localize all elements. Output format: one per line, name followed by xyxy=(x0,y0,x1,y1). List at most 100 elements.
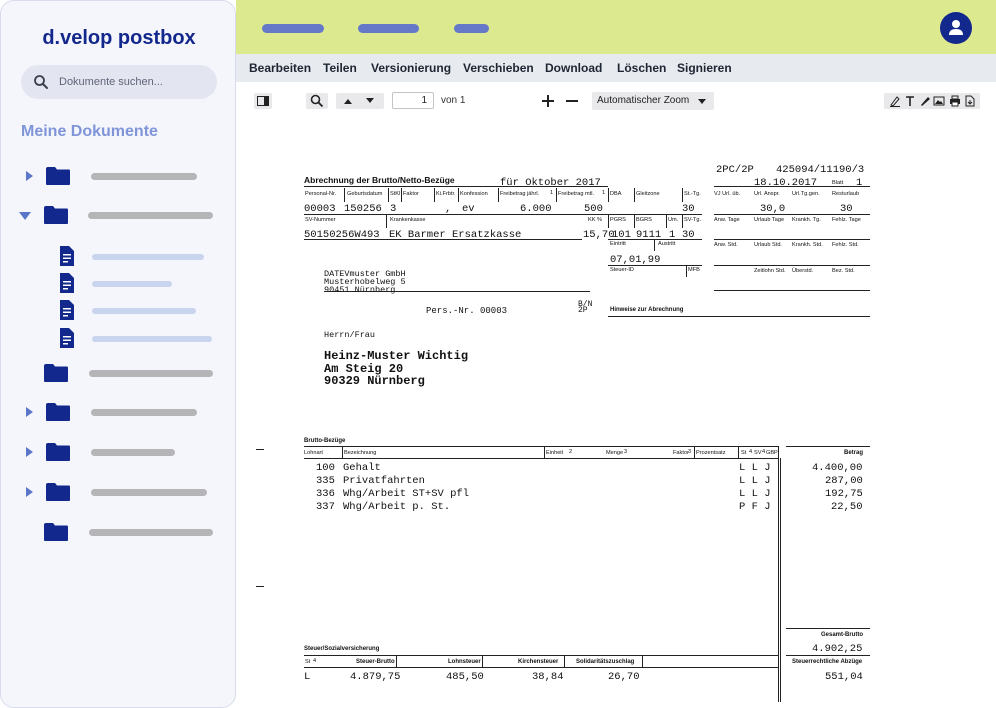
label-urlaub-tage: Urlaub Tage xyxy=(754,217,785,223)
zoom-in-icon[interactable] xyxy=(541,94,555,108)
folder-icon xyxy=(46,403,70,421)
menu-item-sign[interactable]: Signieren xyxy=(677,61,732,75)
label-freibetrag-jahr: Freibetrag jährl. xyxy=(500,191,540,197)
folder-item[interactable] xyxy=(21,164,221,188)
caret-right-icon[interactable] xyxy=(23,486,35,498)
label-vj-url: VJ Url. üb. xyxy=(714,191,741,197)
label-anw-tage: Anw. Tage xyxy=(714,217,740,223)
folder-item[interactable] xyxy=(21,440,221,464)
zoom-select-value: Automatischer Zoom xyxy=(597,95,690,106)
folder-icon xyxy=(44,523,68,541)
label-freibetrag-mtl: Freibetrag mtl. xyxy=(558,191,595,197)
doc-title: Abrechnung der Brutto/Netto-Bezüge xyxy=(304,175,455,185)
folder-item-expanded[interactable] xyxy=(17,203,221,227)
rule xyxy=(654,239,655,251)
chevron-down-icon[interactable] xyxy=(365,97,375,105)
col-footnote: 4 xyxy=(313,658,317,664)
sidebar-toggle-icon xyxy=(257,96,269,106)
print-icon[interactable] xyxy=(949,95,961,107)
row-flags: P F J xyxy=(739,501,771,513)
label-um: Um. xyxy=(668,217,679,223)
label-fehlz-tage: Fehlz. Tage xyxy=(832,217,861,223)
col-footnote: 2 xyxy=(569,449,573,455)
chevron-up-icon[interactable] xyxy=(343,97,353,105)
document-item[interactable] xyxy=(59,327,219,351)
folder-icon xyxy=(44,364,68,382)
search-input[interactable] xyxy=(59,65,209,99)
col-einheit: Einheit xyxy=(546,450,564,456)
menu-item-delete[interactable]: Löschen xyxy=(617,61,666,75)
menu-item-move[interactable]: Verschieben xyxy=(463,61,534,75)
folder-item[interactable] xyxy=(21,520,221,544)
recipient-name: Heinz-Muster Wichtig xyxy=(324,349,469,363)
zoom-select[interactable]: Automatischer Zoom xyxy=(592,92,714,110)
label-mfb: MFB xyxy=(688,267,700,273)
row-amount: 4.400,00 xyxy=(812,462,863,474)
page-number-input[interactable]: 1 xyxy=(392,92,434,109)
rule xyxy=(608,239,702,240)
label-steuer-id: Steuer-ID xyxy=(610,267,634,273)
folder-name-placeholder xyxy=(91,173,197,180)
label-personal-nr: Personal-Nr. xyxy=(305,191,337,197)
menu-item-edit[interactable]: Bearbeiten xyxy=(249,61,311,75)
label-dba: DBA xyxy=(610,191,622,197)
text-icon[interactable] xyxy=(904,95,916,107)
sidebar-toggle-button[interactable] xyxy=(254,93,272,109)
highlight-icon[interactable] xyxy=(889,95,901,107)
row-name: Privatfahrten xyxy=(343,475,425,487)
col-lohnsteuer: Lohnsteuer xyxy=(448,659,481,665)
nav-placeholder[interactable] xyxy=(358,24,419,33)
steuer-title: Steuer/Sozialversicherung xyxy=(304,646,380,652)
caret-down-icon[interactable] xyxy=(18,210,32,222)
image-icon[interactable] xyxy=(933,95,945,107)
sheet-number: 1 xyxy=(856,177,863,189)
rule xyxy=(786,446,870,447)
label-url-anspr: Url. Anspr. xyxy=(754,191,780,197)
section-title-my-documents: Meine Dokumente xyxy=(21,123,158,140)
folder-item[interactable] xyxy=(21,361,221,385)
rule xyxy=(634,188,635,202)
zoom-out-icon[interactable] xyxy=(565,94,579,108)
folder-item[interactable] xyxy=(21,480,221,504)
col-footnote: 4 xyxy=(762,449,766,455)
top-header xyxy=(236,0,996,54)
user-avatar[interactable] xyxy=(940,12,972,44)
caret-right-icon[interactable] xyxy=(23,170,35,182)
label-kk-prozent: KK % xyxy=(588,217,602,223)
nav-placeholder[interactable] xyxy=(454,24,489,33)
menu-item-share[interactable]: Teilen xyxy=(323,61,357,75)
rule xyxy=(458,188,459,202)
search-box[interactable] xyxy=(21,65,217,99)
document-item[interactable] xyxy=(59,245,219,269)
rule xyxy=(608,214,609,228)
brand-logo: d.velop postbox xyxy=(42,27,196,49)
label-stkl: StKl xyxy=(390,191,401,197)
nav-placeholder[interactable] xyxy=(262,24,324,33)
pen-icon[interactable] xyxy=(919,95,931,107)
folder-icon xyxy=(44,206,68,224)
menu-item-versioning[interactable]: Versionierung xyxy=(371,61,451,75)
col-kirchensteuer: Kirchensteuer xyxy=(518,659,559,665)
menu-item-download[interactable]: Download xyxy=(545,61,602,75)
sender-city: 90451 Nürnberg xyxy=(324,285,396,295)
caret-right-icon[interactable] xyxy=(23,446,35,458)
row-name: Whg/Arbeit ST+SV pfl xyxy=(343,488,470,500)
row-flags: L L J xyxy=(739,475,771,487)
rule xyxy=(608,265,702,266)
search-icon xyxy=(310,94,324,108)
viewer-toolbar: 1 von 1 Automatischer Zoom xyxy=(236,82,996,120)
folder-item[interactable] xyxy=(21,400,221,424)
document-item[interactable] xyxy=(59,299,219,323)
find-button[interactable] xyxy=(306,93,328,109)
rule xyxy=(738,446,739,458)
caret-right-icon[interactable] xyxy=(23,406,35,418)
rule xyxy=(642,655,643,667)
recipient-city: 90329 Nürnberg xyxy=(324,374,425,388)
folder-name-placeholder xyxy=(88,212,213,219)
download-icon[interactable] xyxy=(964,95,976,107)
document-item[interactable] xyxy=(59,272,219,296)
gesamt-brutto-label: Gesamt-Brutto xyxy=(821,632,864,638)
folder-icon xyxy=(46,483,70,501)
folder-name-placeholder xyxy=(89,370,213,377)
folder-icon xyxy=(46,167,70,185)
